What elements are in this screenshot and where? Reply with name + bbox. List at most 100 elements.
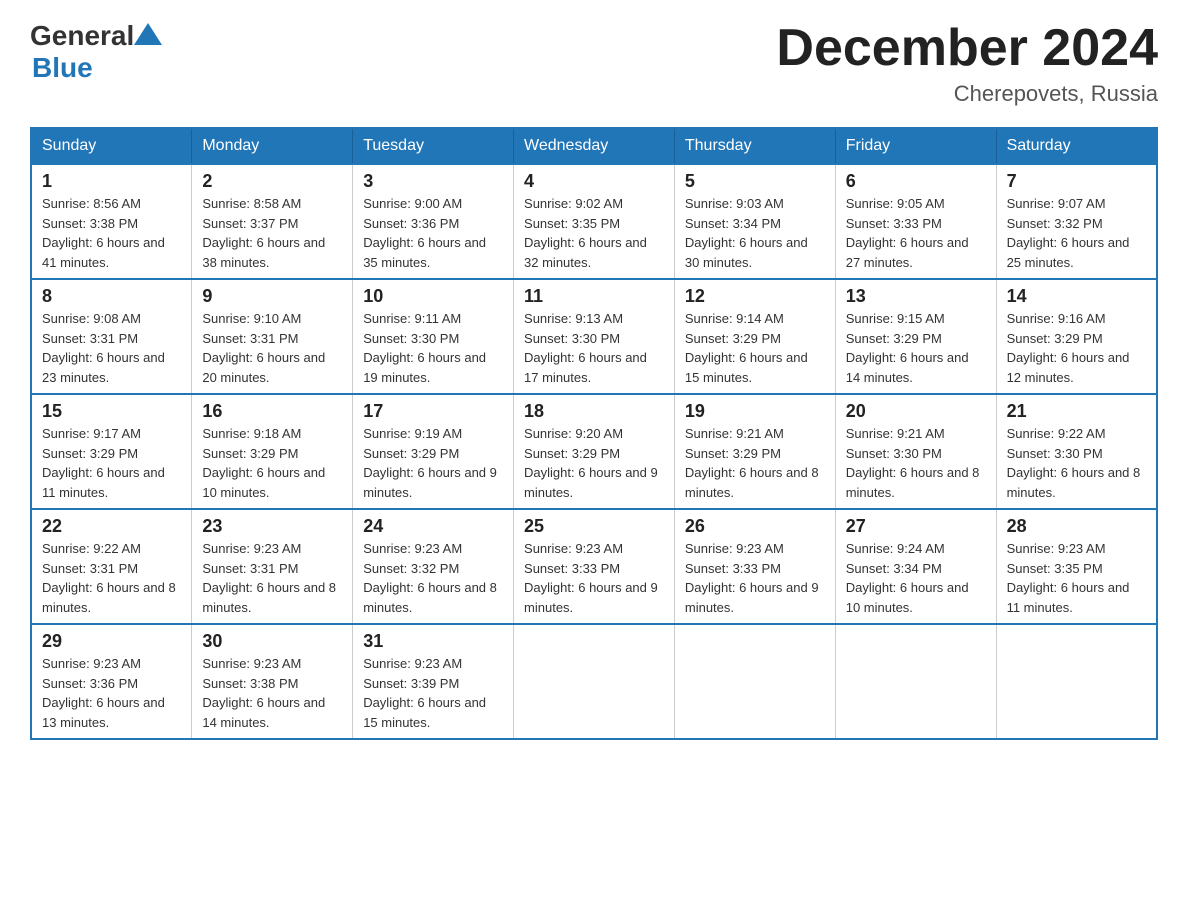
calendar-cell: 5 Sunrise: 9:03 AMSunset: 3:34 PMDayligh… [674, 164, 835, 279]
day-info: Sunrise: 9:03 AMSunset: 3:34 PMDaylight:… [685, 194, 825, 272]
day-info: Sunrise: 9:17 AMSunset: 3:29 PMDaylight:… [42, 424, 181, 502]
logo-triangle-icon [134, 23, 162, 45]
day-info: Sunrise: 9:18 AMSunset: 3:29 PMDaylight:… [202, 424, 342, 502]
weekday-header-row: SundayMondayTuesdayWednesdayThursdayFrid… [31, 128, 1157, 164]
day-number: 13 [846, 286, 986, 307]
day-info: Sunrise: 9:22 AMSunset: 3:30 PMDaylight:… [1007, 424, 1146, 502]
day-info: Sunrise: 9:07 AMSunset: 3:32 PMDaylight:… [1007, 194, 1146, 272]
day-info: Sunrise: 9:08 AMSunset: 3:31 PMDaylight:… [42, 309, 181, 387]
day-number: 18 [524, 401, 664, 422]
page-header: General Blue December 2024 Cherepovets, … [30, 20, 1158, 107]
calendar-cell: 28 Sunrise: 9:23 AMSunset: 3:35 PMDaylig… [996, 509, 1157, 624]
day-number: 3 [363, 171, 503, 192]
day-number: 5 [685, 171, 825, 192]
calendar-cell: 3 Sunrise: 9:00 AMSunset: 3:36 PMDayligh… [353, 164, 514, 279]
day-info: Sunrise: 9:23 AMSunset: 3:36 PMDaylight:… [42, 654, 181, 732]
location-label: Cherepovets, Russia [776, 81, 1158, 107]
weekday-header-thursday: Thursday [674, 128, 835, 164]
day-number: 1 [42, 171, 181, 192]
day-number: 29 [42, 631, 181, 652]
day-info: Sunrise: 9:21 AMSunset: 3:30 PMDaylight:… [846, 424, 986, 502]
day-info: Sunrise: 9:23 AMSunset: 3:39 PMDaylight:… [363, 654, 503, 732]
week-row-4: 22 Sunrise: 9:22 AMSunset: 3:31 PMDaylig… [31, 509, 1157, 624]
calendar-cell: 12 Sunrise: 9:14 AMSunset: 3:29 PMDaylig… [674, 279, 835, 394]
calendar-cell: 23 Sunrise: 9:23 AMSunset: 3:31 PMDaylig… [192, 509, 353, 624]
calendar-cell: 22 Sunrise: 9:22 AMSunset: 3:31 PMDaylig… [31, 509, 192, 624]
day-info: Sunrise: 9:23 AMSunset: 3:31 PMDaylight:… [202, 539, 342, 617]
day-number: 14 [1007, 286, 1146, 307]
calendar-cell [514, 624, 675, 739]
calendar-cell: 29 Sunrise: 9:23 AMSunset: 3:36 PMDaylig… [31, 624, 192, 739]
calendar-cell: 18 Sunrise: 9:20 AMSunset: 3:29 PMDaylig… [514, 394, 675, 509]
calendar-cell: 31 Sunrise: 9:23 AMSunset: 3:39 PMDaylig… [353, 624, 514, 739]
day-number: 27 [846, 516, 986, 537]
calendar-cell: 11 Sunrise: 9:13 AMSunset: 3:30 PMDaylig… [514, 279, 675, 394]
day-info: Sunrise: 9:21 AMSunset: 3:29 PMDaylight:… [685, 424, 825, 502]
day-number: 11 [524, 286, 664, 307]
calendar-cell: 27 Sunrise: 9:24 AMSunset: 3:34 PMDaylig… [835, 509, 996, 624]
day-number: 4 [524, 171, 664, 192]
calendar-cell: 20 Sunrise: 9:21 AMSunset: 3:30 PMDaylig… [835, 394, 996, 509]
day-info: Sunrise: 9:14 AMSunset: 3:29 PMDaylight:… [685, 309, 825, 387]
week-row-3: 15 Sunrise: 9:17 AMSunset: 3:29 PMDaylig… [31, 394, 1157, 509]
calendar-cell: 10 Sunrise: 9:11 AMSunset: 3:30 PMDaylig… [353, 279, 514, 394]
week-row-5: 29 Sunrise: 9:23 AMSunset: 3:36 PMDaylig… [31, 624, 1157, 739]
day-info: Sunrise: 9:10 AMSunset: 3:31 PMDaylight:… [202, 309, 342, 387]
day-number: 19 [685, 401, 825, 422]
day-info: Sunrise: 9:05 AMSunset: 3:33 PMDaylight:… [846, 194, 986, 272]
day-info: Sunrise: 9:22 AMSunset: 3:31 PMDaylight:… [42, 539, 181, 617]
calendar-cell: 17 Sunrise: 9:19 AMSunset: 3:29 PMDaylig… [353, 394, 514, 509]
weekday-header-friday: Friday [835, 128, 996, 164]
calendar-cell [835, 624, 996, 739]
day-number: 20 [846, 401, 986, 422]
day-info: Sunrise: 8:56 AMSunset: 3:38 PMDaylight:… [42, 194, 181, 272]
day-number: 30 [202, 631, 342, 652]
day-info: Sunrise: 9:20 AMSunset: 3:29 PMDaylight:… [524, 424, 664, 502]
day-info: Sunrise: 8:58 AMSunset: 3:37 PMDaylight:… [202, 194, 342, 272]
day-number: 17 [363, 401, 503, 422]
calendar-cell: 26 Sunrise: 9:23 AMSunset: 3:33 PMDaylig… [674, 509, 835, 624]
calendar-cell: 14 Sunrise: 9:16 AMSunset: 3:29 PMDaylig… [996, 279, 1157, 394]
calendar-cell: 19 Sunrise: 9:21 AMSunset: 3:29 PMDaylig… [674, 394, 835, 509]
day-info: Sunrise: 9:23 AMSunset: 3:33 PMDaylight:… [685, 539, 825, 617]
logo-general-text: General [30, 20, 134, 52]
day-info: Sunrise: 9:15 AMSunset: 3:29 PMDaylight:… [846, 309, 986, 387]
day-info: Sunrise: 9:23 AMSunset: 3:38 PMDaylight:… [202, 654, 342, 732]
calendar-cell: 9 Sunrise: 9:10 AMSunset: 3:31 PMDayligh… [192, 279, 353, 394]
day-info: Sunrise: 9:19 AMSunset: 3:29 PMDaylight:… [363, 424, 503, 502]
day-number: 24 [363, 516, 503, 537]
day-number: 2 [202, 171, 342, 192]
weekday-header-tuesday: Tuesday [353, 128, 514, 164]
calendar-cell: 25 Sunrise: 9:23 AMSunset: 3:33 PMDaylig… [514, 509, 675, 624]
weekday-header-saturday: Saturday [996, 128, 1157, 164]
logo: General Blue [30, 20, 162, 84]
day-number: 9 [202, 286, 342, 307]
calendar-cell: 4 Sunrise: 9:02 AMSunset: 3:35 PMDayligh… [514, 164, 675, 279]
calendar-cell: 13 Sunrise: 9:15 AMSunset: 3:29 PMDaylig… [835, 279, 996, 394]
day-number: 28 [1007, 516, 1146, 537]
day-number: 25 [524, 516, 664, 537]
calendar-cell: 6 Sunrise: 9:05 AMSunset: 3:33 PMDayligh… [835, 164, 996, 279]
day-info: Sunrise: 9:23 AMSunset: 3:32 PMDaylight:… [363, 539, 503, 617]
day-info: Sunrise: 9:13 AMSunset: 3:30 PMDaylight:… [524, 309, 664, 387]
day-number: 7 [1007, 171, 1146, 192]
day-number: 26 [685, 516, 825, 537]
calendar-cell: 21 Sunrise: 9:22 AMSunset: 3:30 PMDaylig… [996, 394, 1157, 509]
day-number: 6 [846, 171, 986, 192]
calendar-cell: 1 Sunrise: 8:56 AMSunset: 3:38 PMDayligh… [31, 164, 192, 279]
day-info: Sunrise: 9:02 AMSunset: 3:35 PMDaylight:… [524, 194, 664, 272]
day-number: 10 [363, 286, 503, 307]
calendar-table: SundayMondayTuesdayWednesdayThursdayFrid… [30, 127, 1158, 740]
day-info: Sunrise: 9:16 AMSunset: 3:29 PMDaylight:… [1007, 309, 1146, 387]
calendar-cell: 30 Sunrise: 9:23 AMSunset: 3:38 PMDaylig… [192, 624, 353, 739]
calendar-cell [996, 624, 1157, 739]
weekday-header-wednesday: Wednesday [514, 128, 675, 164]
day-info: Sunrise: 9:23 AMSunset: 3:33 PMDaylight:… [524, 539, 664, 617]
day-number: 12 [685, 286, 825, 307]
day-number: 31 [363, 631, 503, 652]
calendar-cell: 7 Sunrise: 9:07 AMSunset: 3:32 PMDayligh… [996, 164, 1157, 279]
month-title: December 2024 [776, 20, 1158, 77]
logo-blue-text: Blue [32, 52, 93, 84]
day-number: 22 [42, 516, 181, 537]
day-info: Sunrise: 9:00 AMSunset: 3:36 PMDaylight:… [363, 194, 503, 272]
